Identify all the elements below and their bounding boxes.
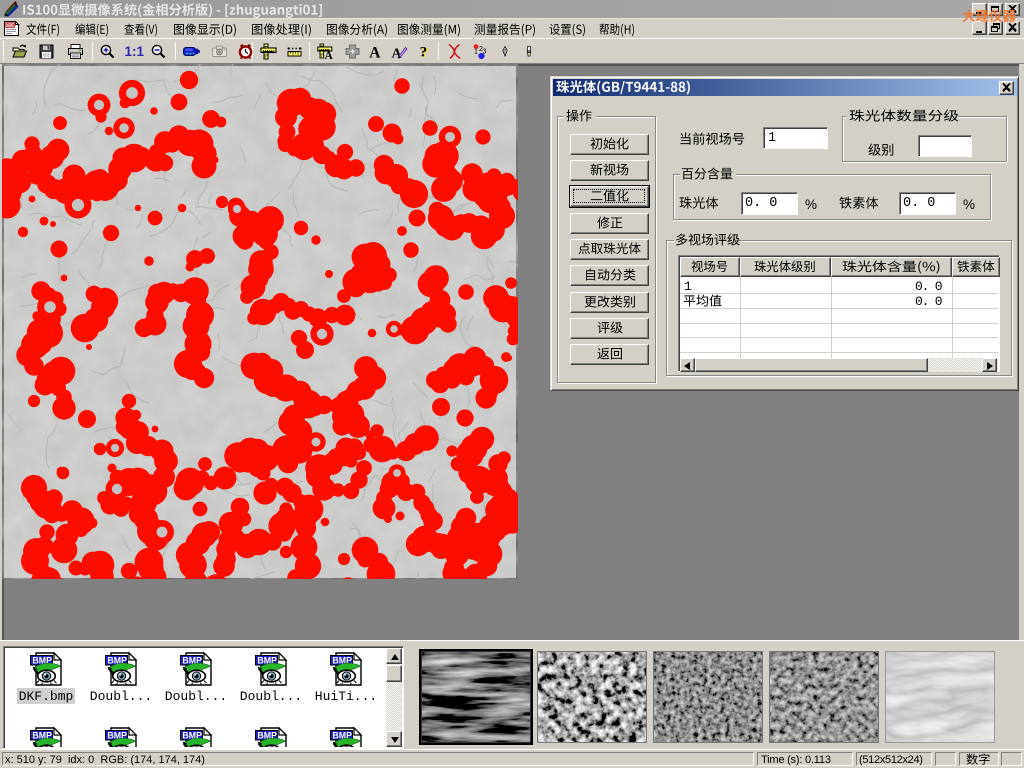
svg-text:?: ? [419, 44, 427, 60]
svg-text:1: 1 [474, 49, 478, 56]
svg-text:DOC: DOC [6, 23, 17, 28]
svg-text:A: A [324, 50, 333, 60]
svg-text:A: A [369, 45, 381, 61]
